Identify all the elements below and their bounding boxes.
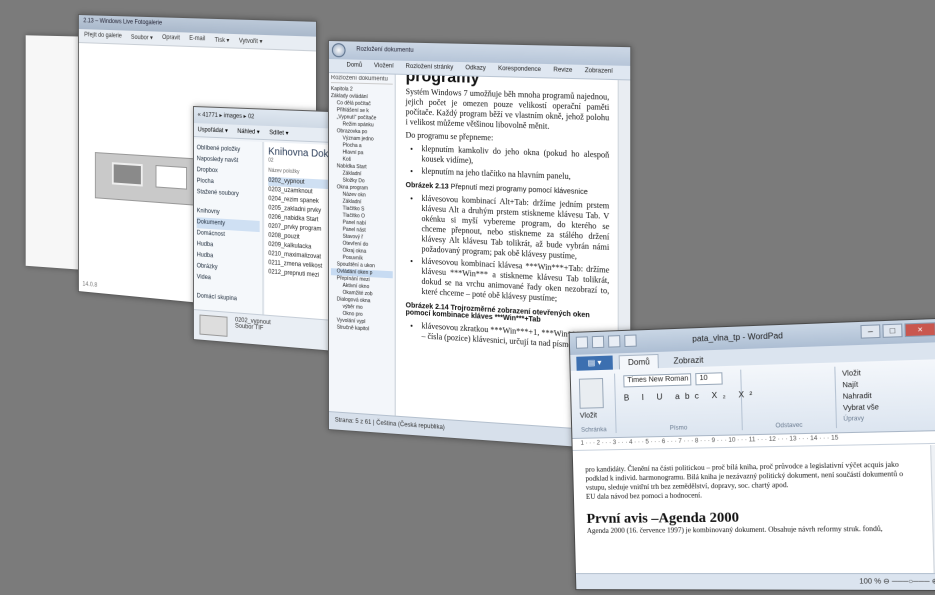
group-label: Schránka: [572, 427, 615, 434]
font-family-select[interactable]: Times New Roman: [623, 373, 691, 387]
font-size-select[interactable]: 10: [695, 372, 722, 385]
window-title: pata_vlna_tp - WordPad: [692, 331, 783, 344]
zoom-level: 100 %: [859, 578, 881, 585]
document-map-pane: Rozložení dokumentu Kapitola 2 Základy o…: [329, 73, 396, 416]
replace-button[interactable]: Nahradit: [843, 390, 879, 402]
tab-view[interactable]: Zobrazení: [585, 68, 613, 76]
wordpad-app-icon[interactable]: [576, 336, 588, 348]
flip3d-stage: 2.13 – Windows Live Fotogalerie Přejít d…: [0, 0, 935, 595]
figure-text: Přepnutí mezi programy pomocí klávesnice: [451, 184, 588, 197]
organize-button[interactable]: Uspořádat ▾: [198, 126, 228, 134]
toolbar-item[interactable]: E-mail: [189, 36, 205, 44]
close-button[interactable]: ×: [904, 322, 935, 337]
gallery-footer: 14.0.8: [82, 281, 97, 288]
list-item: klávesovou kombinací Alt+Tab: držíme jed…: [422, 194, 610, 264]
group-label: Písmo: [616, 424, 741, 433]
zoom-slider[interactable]: ⊖ ───○─── ⊕: [883, 578, 935, 585]
save-icon[interactable]: [592, 336, 604, 348]
tab-references[interactable]: Odkazy: [465, 65, 486, 73]
tab-home[interactable]: Domů: [347, 62, 363, 69]
toolbar-item[interactable]: Vytvořit ▾: [239, 37, 263, 45]
toolbar-item[interactable]: Opravit: [162, 35, 180, 43]
document-map-header: Rozložení dokumentu: [331, 75, 393, 85]
window-controls: – □ ×: [860, 322, 935, 338]
paste-label[interactable]: Vložit: [580, 412, 597, 419]
paste-icon[interactable]: [579, 378, 604, 409]
select-all-button[interactable]: Vybrat vše: [843, 402, 879, 414]
editing-commands: Vložit Najít Nahradit Vybrat vše Úpravy: [842, 367, 879, 425]
bullet-list: klepnutím kamkoliv do jeho okna (pokud h…: [422, 144, 610, 183]
maximize-button[interactable]: □: [882, 324, 902, 338]
redo-icon[interactable]: [624, 334, 637, 347]
bullet-list: klávesovou kombinací Alt+Tab: držíme jed…: [422, 194, 610, 307]
tab-mailings[interactable]: Korespondence: [498, 66, 541, 74]
navigation-pane: Oblíbené položky Naposledy navšt Dropbox…: [194, 139, 264, 314]
figure-number: Obrázek 2.13: [406, 182, 449, 191]
toolbar-item[interactable]: Soubor ▾: [131, 34, 153, 42]
toolbar-item[interactable]: Tisk ▾: [215, 36, 230, 44]
status-bar: 100 % ⊖ ───○─── ⊕: [576, 573, 935, 590]
quick-access-toolbar: [576, 334, 637, 348]
app-menu-button[interactable]: ▤ ▾: [576, 356, 613, 371]
paragraph: Systém Windows 7 umožňuje běh mnoha prog…: [406, 87, 610, 134]
clipboard-group: Vložit Schránka: [571, 374, 617, 434]
share-button[interactable]: Sdílet ▾: [269, 129, 288, 137]
toolbar-item[interactable]: Přejít do galerie: [84, 32, 122, 40]
paragraph-group: Odstavec: [741, 367, 837, 431]
group-label: Odstavec: [743, 422, 836, 430]
paragraph: Agenda 2000 (16. července 1997) je kombi…: [587, 524, 922, 536]
tab-insert[interactable]: Vložení: [374, 63, 394, 71]
tab-page-layout[interactable]: Rozložení stránky: [406, 64, 454, 72]
office-button-icon[interactable]: [332, 43, 346, 57]
tab-review[interactable]: Revize: [553, 67, 572, 75]
tab-home[interactable]: Domů: [619, 354, 660, 369]
paragraph: pro kandidáty. Členění na části politick…: [585, 460, 920, 493]
wordpad-window[interactable]: pata_vlna_tp - WordPad – □ × ▤ ▾ Domů Zo…: [569, 318, 935, 591]
photo-thumbnail: [95, 152, 205, 206]
file-thumbnail: [199, 315, 227, 337]
list-item: klávesovou kombinací klávesa ***Win***+T…: [422, 256, 610, 306]
document-page[interactable]: pro kandidáty. Členění na části politick…: [573, 445, 934, 573]
undo-icon[interactable]: [608, 335, 620, 348]
preview-button[interactable]: Náhled ▾: [237, 128, 259, 136]
ribbon: Vložit Schránka Písmo Times New Roman 10…: [571, 359, 935, 439]
minimize-button[interactable]: –: [860, 324, 880, 338]
group-label: Úpravy: [843, 414, 879, 426]
find-button[interactable]: Najít: [842, 379, 878, 392]
